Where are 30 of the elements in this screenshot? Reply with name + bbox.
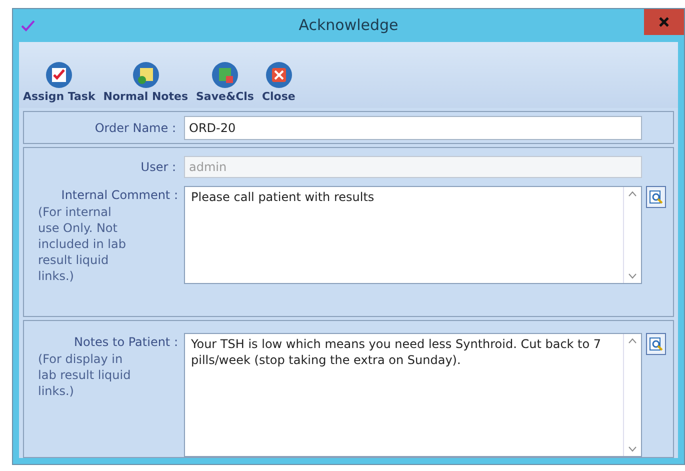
scroll-down-icon[interactable] <box>628 446 637 452</box>
zoom-button[interactable] <box>646 186 666 208</box>
magnifier-icon <box>649 190 663 204</box>
notes-to-patient-note: (For display in lab result liquid links.) <box>37 351 132 399</box>
notes-to-patient-text: Your TSH is low which means you need less Synthroid. Cut back to 7 pills/week (stop taking the extra on Sunday). <box>190 336 602 369</box>
close-icon <box>264 60 294 90</box>
notes-to-patient-textarea[interactable]: Your TSH is low which means you need less Synthroid. Cut back to 7 pills/week (stop taking the extra on Sunday). <box>184 333 642 457</box>
toolbar-button[interactable]: Normal Notes <box>103 60 188 104</box>
toolbar-button[interactable]: Save&Cls <box>196 60 254 104</box>
toolbar-button[interactable]: Close <box>262 60 296 104</box>
notes-to-patient-label: Notes to Patient : <box>73 334 178 351</box>
checkmark-icon <box>21 18 35 32</box>
scroll-down-icon[interactable] <box>628 273 637 279</box>
close-icon[interactable] <box>644 9 684 35</box>
internal-comment-label: Internal Comment : <box>60 187 178 204</box>
save-icon <box>210 60 240 90</box>
clipboard-check-icon <box>44 60 74 90</box>
zoom-button[interactable] <box>646 333 666 355</box>
internal-comment-text: Please call patient with results <box>190 189 376 206</box>
order-name-label: Order Name : <box>94 120 177 136</box>
note-icon <box>130 60 161 90</box>
toolbar-button[interactable]: Assign Task <box>23 60 96 104</box>
internal-comment-textarea[interactable]: Please call patient with results <box>184 186 642 284</box>
internal-comment-note: (For internal use Only. Not included in lab result liquid links.) <box>37 204 127 284</box>
scroll-up-icon[interactable] <box>628 338 637 344</box>
window-title: Acknowledge <box>298 15 400 36</box>
scroll-up-icon[interactable] <box>628 191 637 197</box>
user-label: User : <box>140 159 177 176</box>
magnifier-icon <box>649 337 663 351</box>
order-name-field[interactable]: ORD-20 <box>184 116 642 140</box>
